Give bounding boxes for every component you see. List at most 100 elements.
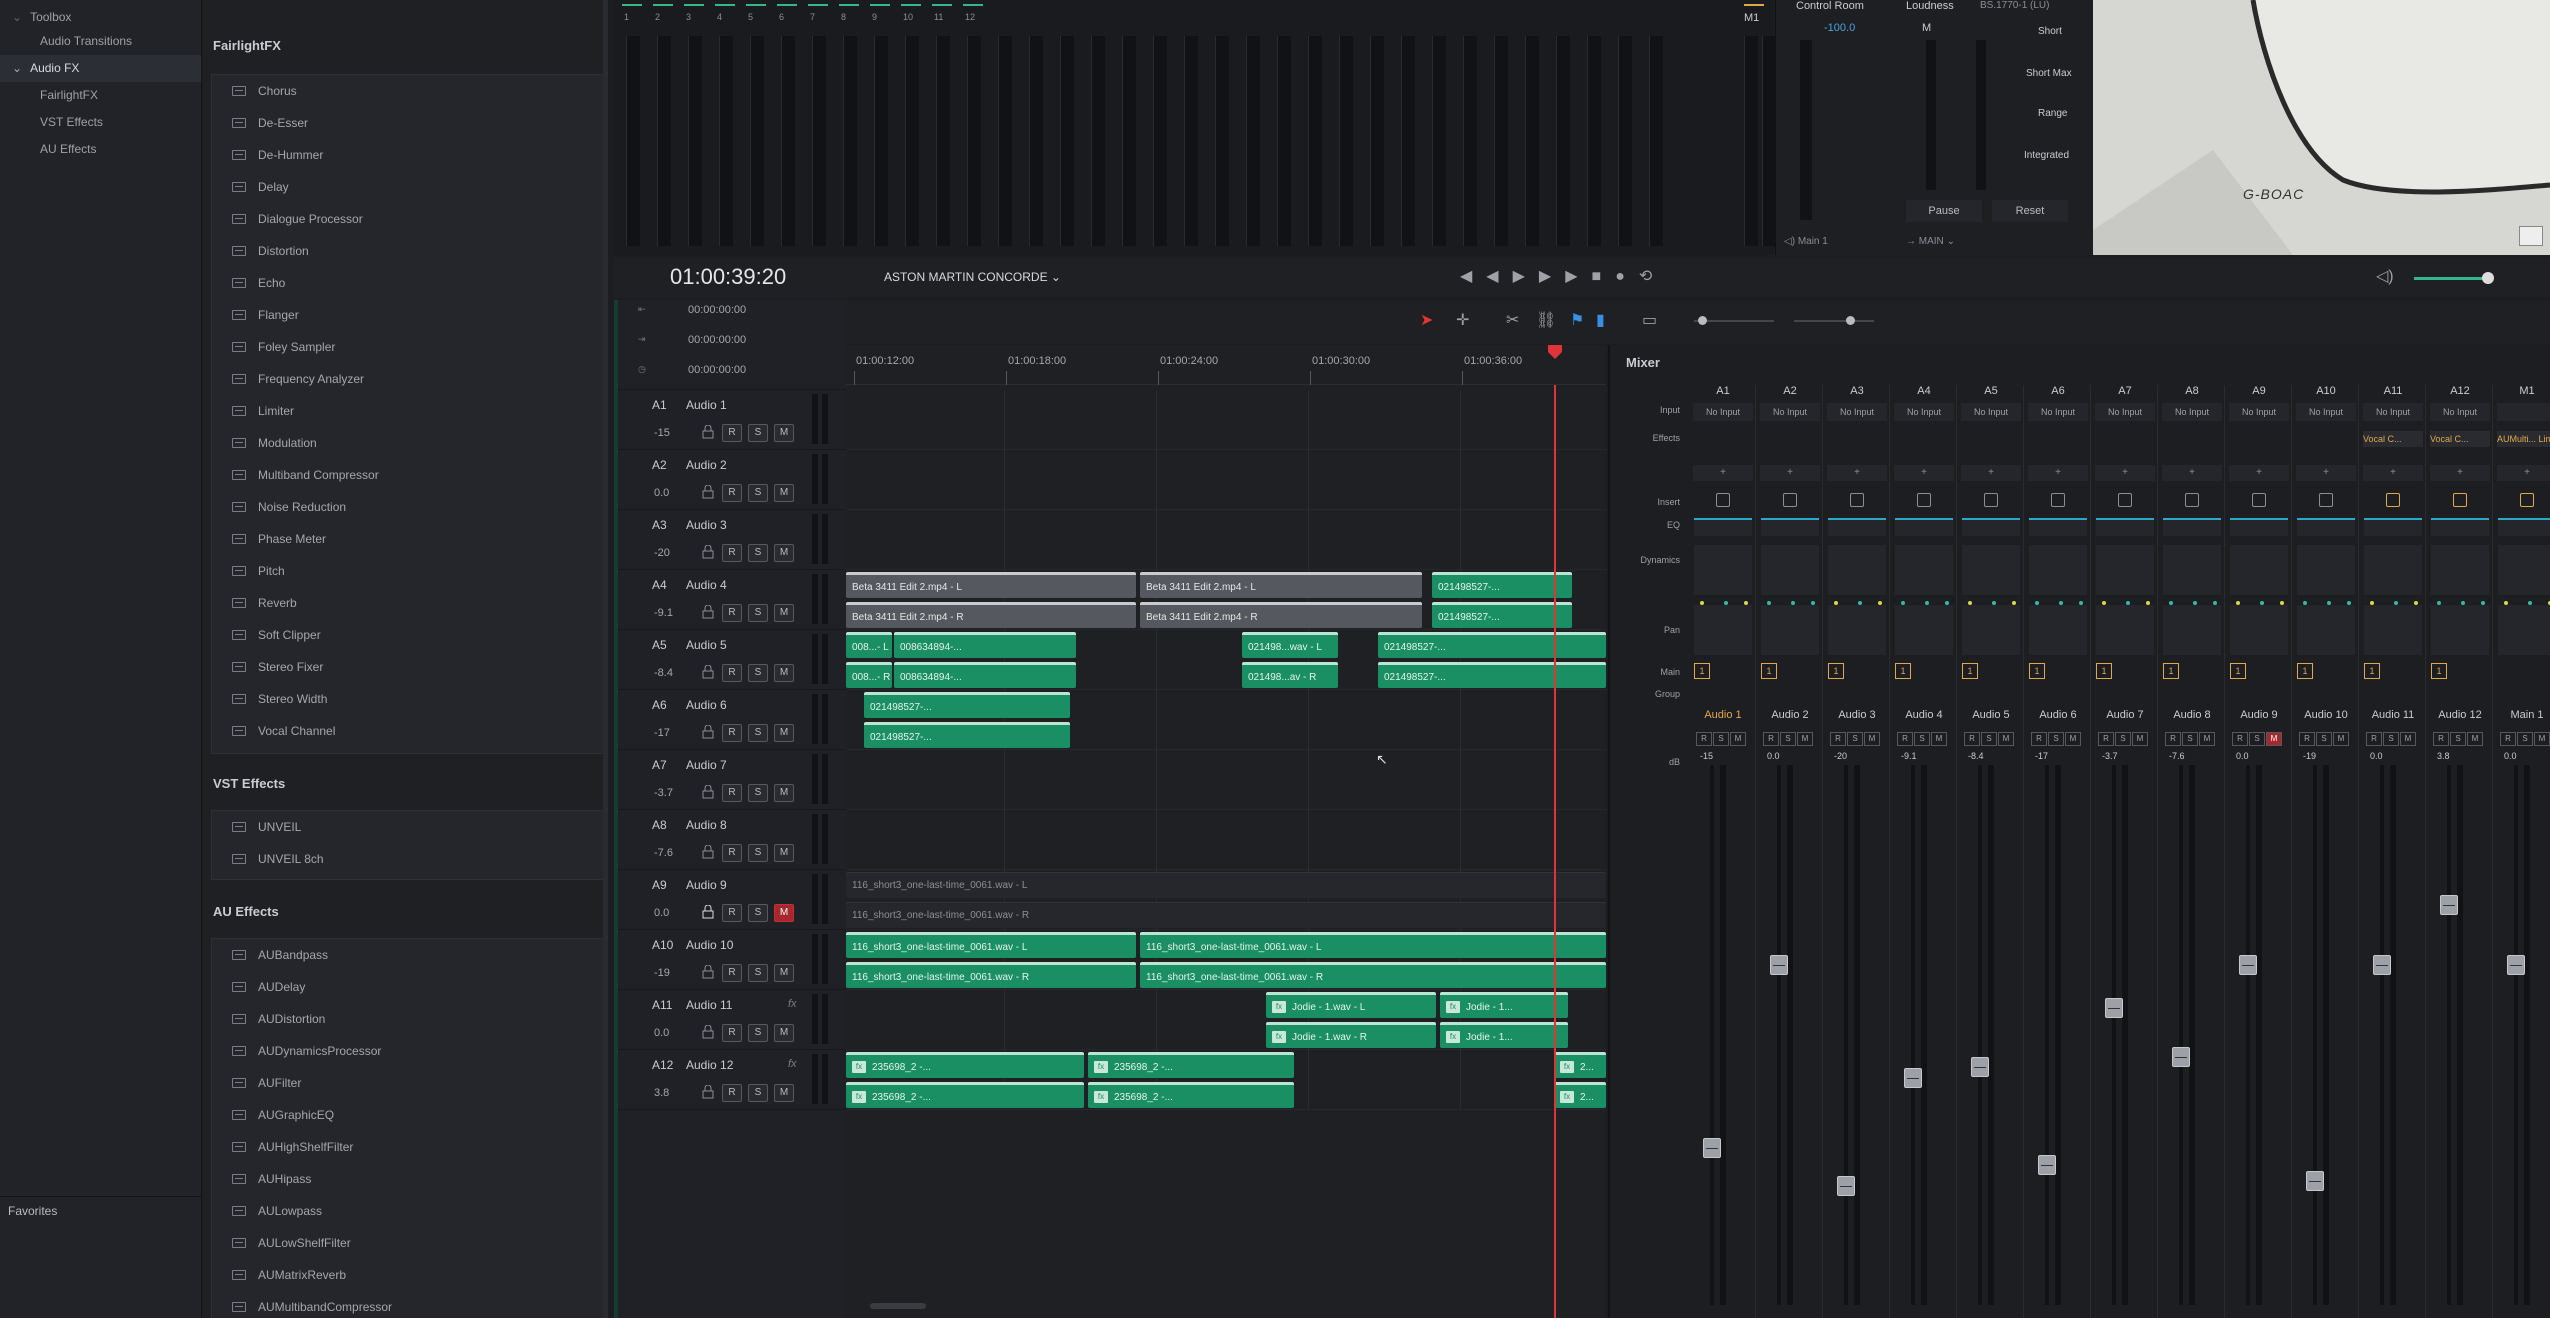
fader-track[interactable] — [2179, 765, 2183, 1305]
fader-knob[interactable] — [2507, 954, 2525, 975]
channel-s-button[interactable]: S — [2249, 732, 2265, 746]
track-m-button[interactable]: M — [774, 484, 794, 502]
eq-display[interactable] — [1761, 518, 1819, 536]
channel-name[interactable]: Audio 7 — [2092, 709, 2158, 721]
channel-r-button[interactable]: R — [2366, 732, 2382, 746]
fx-item[interactable]: Foley Sampler — [212, 331, 604, 363]
fader-track[interactable] — [1844, 765, 1848, 1305]
main-bus-assign[interactable]: 1 — [2364, 663, 2380, 679]
track-volume[interactable]: -19 — [654, 967, 694, 979]
track-header-a1[interactable]: A1 Audio 1 -15 R S M — [618, 390, 846, 450]
track-r-button[interactable]: R — [722, 784, 742, 802]
add-effect-button[interactable]: + — [2162, 465, 2222, 481]
main-bus-assign[interactable]: 1 — [2029, 663, 2045, 679]
add-effect-button[interactable]: + — [2229, 465, 2289, 481]
add-effect-button[interactable]: + — [1760, 465, 1820, 481]
audio-clip[interactable]: 021498...av - R — [1242, 662, 1338, 688]
input-selector[interactable]: No Input — [2028, 403, 2088, 421]
fx-item[interactable]: AUMultibandCompressor — [212, 1291, 604, 1318]
fx-item[interactable]: UNVEIL — [212, 811, 604, 843]
pan-control[interactable] — [1962, 601, 2020, 655]
channel-s-button[interactable]: S — [2048, 732, 2064, 746]
lock-icon[interactable] — [702, 1024, 714, 1039]
track-volume[interactable]: 0.0 — [654, 1027, 694, 1039]
track-s-button[interactable]: S — [748, 664, 768, 682]
fx-item[interactable]: Pitch — [212, 555, 604, 587]
lock-icon[interactable] — [702, 724, 714, 739]
audio-clip[interactable]: fx Jodie - 1... — [1440, 1022, 1568, 1048]
loudness-standard[interactable]: BS.1770-1 (LU) — [1980, 0, 2049, 11]
channel-m-button[interactable]: M — [2534, 732, 2550, 746]
track-m-button[interactable]: M — [774, 604, 794, 622]
fx-item[interactable]: Reverb — [212, 587, 604, 619]
channel-m-button[interactable]: M — [2132, 732, 2148, 746]
track-s-button[interactable]: S — [748, 904, 768, 922]
channel-r-button[interactable]: R — [2299, 732, 2315, 746]
track-name[interactable]: Audio 12 — [686, 1058, 733, 1072]
track-header-a3[interactable]: A3 Audio 3 -20 R S M — [618, 510, 846, 570]
track-m-button[interactable]: M — [774, 1084, 794, 1102]
channel-name[interactable]: Audio 12 — [2427, 709, 2493, 721]
track-m-button[interactable]: M — [774, 544, 794, 562]
track-volume[interactable]: -17 — [654, 727, 694, 739]
track-volume[interactable]: -9.1 — [654, 607, 694, 619]
record-icon[interactable]: ● — [1615, 268, 1639, 285]
dynamics-display[interactable] — [1828, 545, 1886, 595]
audio-clip[interactable]: fx Jodie - 1... — [1440, 992, 1568, 1018]
pan-control[interactable] — [2364, 601, 2422, 655]
fx-item[interactable]: Modulation — [212, 427, 604, 459]
channel-m-button[interactable]: M — [1931, 732, 1947, 746]
track-m-button[interactable]: M — [774, 1024, 794, 1042]
channel-name[interactable]: Main 1 — [2494, 709, 2550, 721]
dynamics-display[interactable] — [1895, 545, 1953, 595]
dynamics-display[interactable] — [2163, 545, 2221, 595]
razor-icon[interactable]: ✂ — [1506, 310, 1519, 330]
fader-track[interactable] — [2380, 765, 2384, 1305]
fx-item[interactable]: UNVEIL 8ch — [212, 843, 604, 875]
fader-knob[interactable] — [2440, 895, 2458, 916]
track-r-button[interactable]: R — [722, 484, 742, 502]
track-header-a7[interactable]: A7 Audio 7 -3.7 R S M — [618, 750, 846, 810]
fader-knob[interactable] — [2105, 998, 2123, 1018]
dynamics-display[interactable] — [2431, 545, 2489, 595]
input-selector[interactable]: No Input — [2430, 403, 2490, 421]
track-m-button[interactable]: M — [774, 424, 794, 442]
timeline-ruler[interactable]: 01:00:12:00 01:00:18:00 01:00:24:00 01:00:3… — [846, 345, 1606, 385]
channel-m-button[interactable]: M — [2467, 732, 2483, 746]
channel-name[interactable]: Audio 3 — [1824, 709, 1890, 721]
channel-s-button[interactable]: S — [2517, 732, 2533, 746]
eq-display[interactable] — [1828, 518, 1886, 536]
track-name[interactable]: Audio 3 — [686, 518, 727, 532]
fader-track[interactable] — [2045, 765, 2049, 1305]
fx-item[interactable]: Limiter — [212, 395, 604, 427]
lock-icon[interactable] — [702, 964, 714, 979]
eq-display[interactable] — [1962, 518, 2020, 536]
lock-icon[interactable] — [702, 784, 714, 799]
audio-clip[interactable]: fx 235698_2 -... — [1088, 1082, 1294, 1108]
dynamics-display[interactable] — [2498, 545, 2550, 595]
track-m-button[interactable]: M — [774, 784, 794, 802]
monitor-volume-slider[interactable] — [2414, 277, 2484, 280]
fx-item[interactable]: AULowShelfFilter — [212, 1227, 604, 1259]
video-viewer[interactable]: G-BOAC — [2093, 0, 2550, 255]
audio-clip[interactable]: Beta 3411 Edit 2.mp4 - R — [846, 602, 1136, 628]
main-bus-assign[interactable]: 1 — [1761, 663, 1777, 679]
input-selector[interactable] — [2497, 403, 2550, 421]
channel-s-button[interactable]: S — [1780, 732, 1796, 746]
add-effect-button[interactable]: + — [1894, 465, 1954, 481]
audio-clip[interactable]: Beta 3411 Edit 2.mp4 - L — [1140, 572, 1422, 598]
fx-item[interactable]: Frequency Analyzer — [212, 363, 604, 395]
link-icon[interactable]: ⛓ — [1536, 310, 1556, 330]
track-m-button[interactable]: M — [774, 964, 794, 982]
fx-item[interactable]: AUDelay — [212, 971, 604, 1003]
channel-m-button[interactable]: M — [1864, 732, 1880, 746]
channel-m-button[interactable]: M — [1797, 732, 1813, 746]
track-s-button[interactable]: S — [748, 484, 768, 502]
fx-item[interactable]: AUHipass — [212, 1163, 604, 1195]
track-volume[interactable]: -15 — [654, 427, 694, 439]
audio-clip[interactable]: 116_short3_one-last-time_0061.wav - L — [846, 932, 1136, 958]
fx-item[interactable]: AUGraphicEQ — [212, 1099, 604, 1131]
nav-audio-transitions[interactable]: Audio Transitions — [0, 28, 201, 55]
audio-clip[interactable]: 021498...wav - L — [1242, 632, 1338, 658]
audio-clip[interactable]: 021498527-... — [1432, 602, 1572, 628]
